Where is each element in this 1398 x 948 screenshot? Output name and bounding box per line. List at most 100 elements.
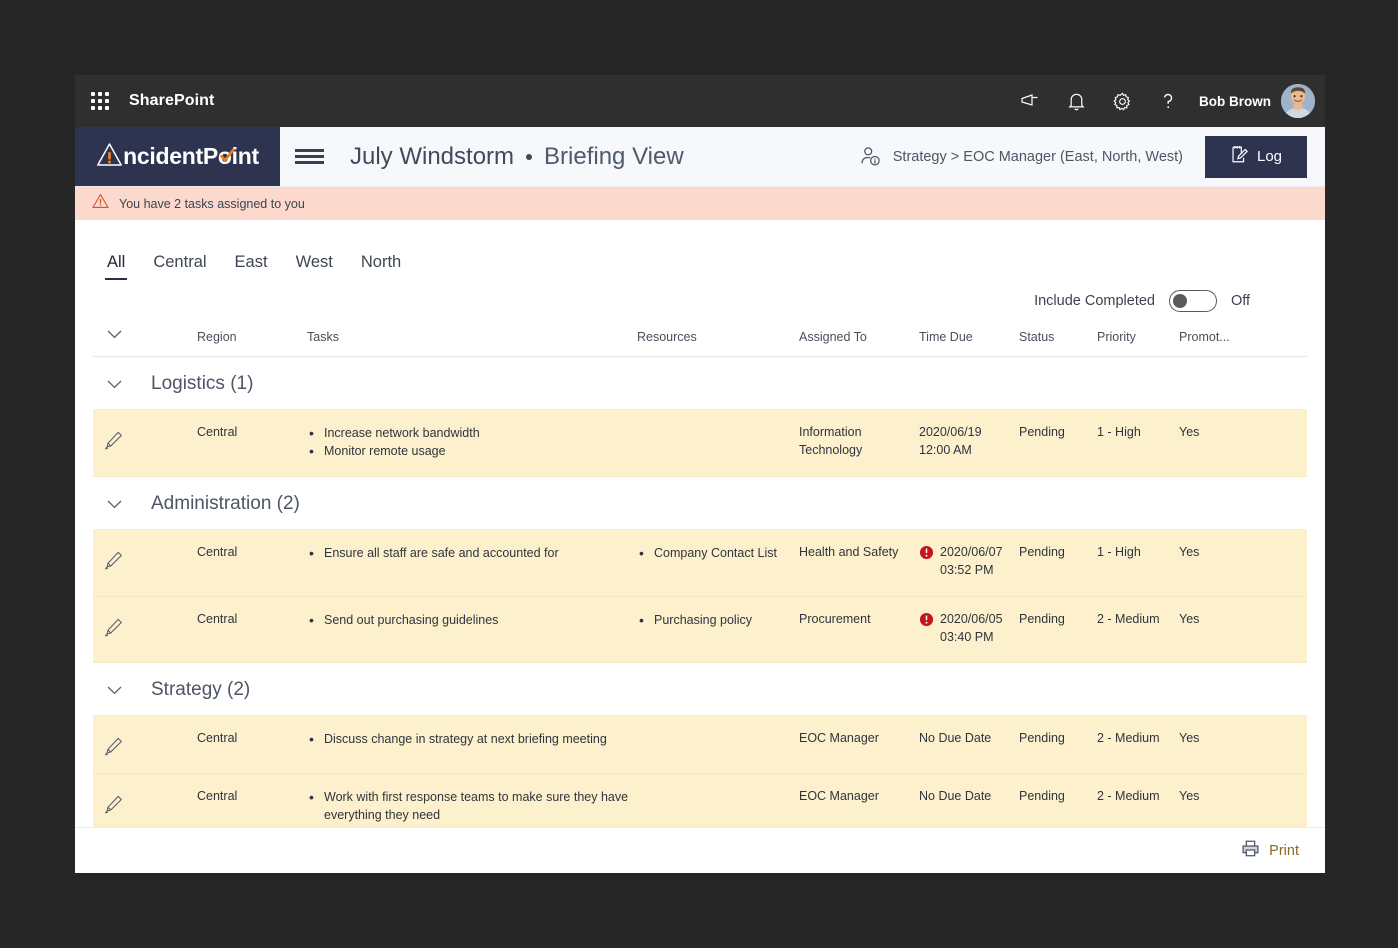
time-due-text: No Due Date xyxy=(919,789,992,804)
suite-bar: SharePoint Bob Brown xyxy=(75,75,1325,127)
task-bullet: Monitor remote usage xyxy=(307,441,629,461)
table-row[interactable]: Central Send out purchasing guidelines Pur… xyxy=(93,596,1307,664)
edit-task-icon[interactable] xyxy=(93,544,135,570)
task-group-title: Logistics (1) xyxy=(151,373,254,394)
printer-icon[interactable] xyxy=(1241,839,1260,863)
cell-resources: Purchasing policy xyxy=(637,610,799,630)
column-header-assigned-to[interactable]: Assigned To xyxy=(799,330,919,344)
sharepoint-brand-link[interactable]: SharePoint xyxy=(129,92,214,110)
task-bullet: Work with first response teams to make s… xyxy=(307,787,629,824)
incident-name-label: July Windstorm xyxy=(350,142,515,170)
suite-icon-group xyxy=(1015,86,1183,116)
cell-region: Central xyxy=(197,611,238,626)
user-name-label[interactable]: Bob Brown xyxy=(1199,94,1271,109)
cell-promoted: Yes xyxy=(1179,789,1200,804)
cell-time-due: 2020/06/19 12:00 AM xyxy=(919,424,1019,460)
app-header: ncidentP o int July Windstorm Briefing Vi… xyxy=(75,127,1325,187)
edit-task-icon[interactable] xyxy=(93,424,135,450)
cell-priority: 2 - Medium xyxy=(1097,611,1160,626)
logo-o-check: o xyxy=(217,143,235,169)
group-collapse-chevron-icon[interactable] xyxy=(93,380,135,389)
task-list: Send out purchasing guidelines xyxy=(307,610,629,630)
edit-note-icon xyxy=(1230,145,1249,168)
include-completed-row: Include Completed Off xyxy=(75,280,1325,324)
time-due-text: 2020/06/05 03:40 PM xyxy=(940,611,1003,644)
table-row[interactable]: Central Ensure all staff are safe and acc… xyxy=(93,530,1307,597)
app-window: SharePoint Bob Brown ncidentP o int July… xyxy=(75,75,1325,873)
task-group-header[interactable]: Administration (2) xyxy=(93,477,1307,531)
column-header-region[interactable]: Region xyxy=(197,330,307,344)
cell-assigned-to: EOC Manager xyxy=(799,789,879,804)
header-spacer xyxy=(684,127,859,186)
task-bullet: Ensure all staff are safe and accounted … xyxy=(307,543,629,563)
task-bullet: Discuss change in strategy at next brief… xyxy=(307,729,629,749)
group-collapse-chevron-icon[interactable] xyxy=(93,500,135,509)
cell-region: Central xyxy=(197,425,238,439)
collapse-all-chevron-icon[interactable] xyxy=(93,330,135,339)
task-list: Work with first response teams to make s… xyxy=(307,787,629,824)
tab-west[interactable]: West xyxy=(282,253,347,280)
task-bullet: Increase network bandwidth xyxy=(307,423,629,443)
resource-list: Company Contact List xyxy=(637,543,791,563)
edit-task-icon[interactable] xyxy=(93,788,135,814)
logo-text: ncidentP o int xyxy=(123,145,259,168)
cell-priority: 1 - High xyxy=(1097,425,1141,439)
task-group-title: Strategy (2) xyxy=(151,679,251,701)
task-list: Discuss change in strategy at next brief… xyxy=(307,729,629,749)
gear-icon[interactable] xyxy=(1107,86,1137,116)
task-list: Increase network bandwidthMonitor remote… xyxy=(307,423,629,462)
cell-assigned-to: Health and Safety xyxy=(799,545,899,560)
toggle-knob xyxy=(1173,294,1187,308)
table-row[interactable]: Central Increase network bandwidthMonitor… xyxy=(93,410,1307,478)
footer-bar: Print xyxy=(75,827,1325,873)
group-collapse-chevron-icon[interactable] xyxy=(93,686,135,695)
include-completed-toggle[interactable] xyxy=(1169,290,1217,312)
cell-assigned-to: Information Technology xyxy=(799,425,863,457)
logo-text-mid: ncidentP xyxy=(123,143,218,169)
include-completed-label: Include Completed xyxy=(1034,293,1155,309)
cell-tasks: Send out purchasing guidelines xyxy=(307,610,637,630)
cell-region: Central xyxy=(197,731,238,746)
column-header-time-due[interactable]: Time Due xyxy=(919,330,1019,344)
cell-assigned-to: EOC Manager xyxy=(799,731,879,746)
resource-bullet: Company Contact List xyxy=(637,543,791,563)
megaphone-icon[interactable] xyxy=(1015,86,1045,116)
tab-central[interactable]: Central xyxy=(139,253,220,280)
column-header-resources[interactable]: Resources xyxy=(637,330,799,344)
role-breadcrumb[interactable]: Strategy > EOC Manager (East, North, Wes… xyxy=(859,127,1183,186)
logo-wrap: ncidentP o int xyxy=(96,141,259,173)
task-alert-bar[interactable]: You have 2 tasks assigned to you xyxy=(75,187,1325,220)
tab-all[interactable]: All xyxy=(93,253,139,280)
help-icon[interactable] xyxy=(1153,86,1183,116)
table-header-row: Region Tasks Resources Assigned To Time … xyxy=(93,324,1307,357)
bell-icon[interactable] xyxy=(1061,86,1091,116)
column-header-tasks[interactable]: Tasks xyxy=(307,330,637,344)
cell-resources: Company Contact List xyxy=(637,543,799,563)
log-button[interactable]: Log xyxy=(1205,135,1307,178)
cell-promoted: Yes xyxy=(1179,731,1200,746)
task-group-header[interactable]: Strategy (2) xyxy=(93,663,1307,717)
incidentpoint-logo[interactable]: ncidentP o int xyxy=(75,127,280,186)
cell-region: Central xyxy=(197,789,238,804)
edit-task-icon[interactable] xyxy=(93,611,135,637)
role-breadcrumb-label: Strategy > EOC Manager (East, North, Wes… xyxy=(892,148,1183,165)
task-group-header[interactable]: Logistics (1) xyxy=(93,357,1307,410)
column-header-promoted[interactable]: Promot... xyxy=(1179,330,1249,344)
cell-status: Pending xyxy=(1019,789,1065,804)
title-separator-dot xyxy=(526,153,533,160)
tab-north[interactable]: North xyxy=(347,253,415,280)
tab-east[interactable]: East xyxy=(221,253,282,280)
cell-time-due: No Due Date xyxy=(919,730,1019,748)
cell-promoted: Yes xyxy=(1179,545,1200,560)
avatar[interactable] xyxy=(1281,84,1315,118)
task-alert-message: You have 2 tasks assigned to you xyxy=(119,196,305,211)
hamburger-menu-icon[interactable] xyxy=(280,127,338,186)
print-button[interactable]: Print xyxy=(1269,843,1299,859)
cell-tasks: Ensure all staff are safe and accounted … xyxy=(307,543,637,563)
column-header-status[interactable]: Status xyxy=(1019,330,1097,344)
table-row[interactable]: Central Discuss change in strategy at nex… xyxy=(93,716,1307,775)
column-header-priority[interactable]: Priority xyxy=(1097,330,1179,344)
cell-priority: 2 - Medium xyxy=(1097,731,1160,746)
edit-task-icon[interactable] xyxy=(93,730,135,756)
app-launcher-icon[interactable] xyxy=(89,90,111,112)
